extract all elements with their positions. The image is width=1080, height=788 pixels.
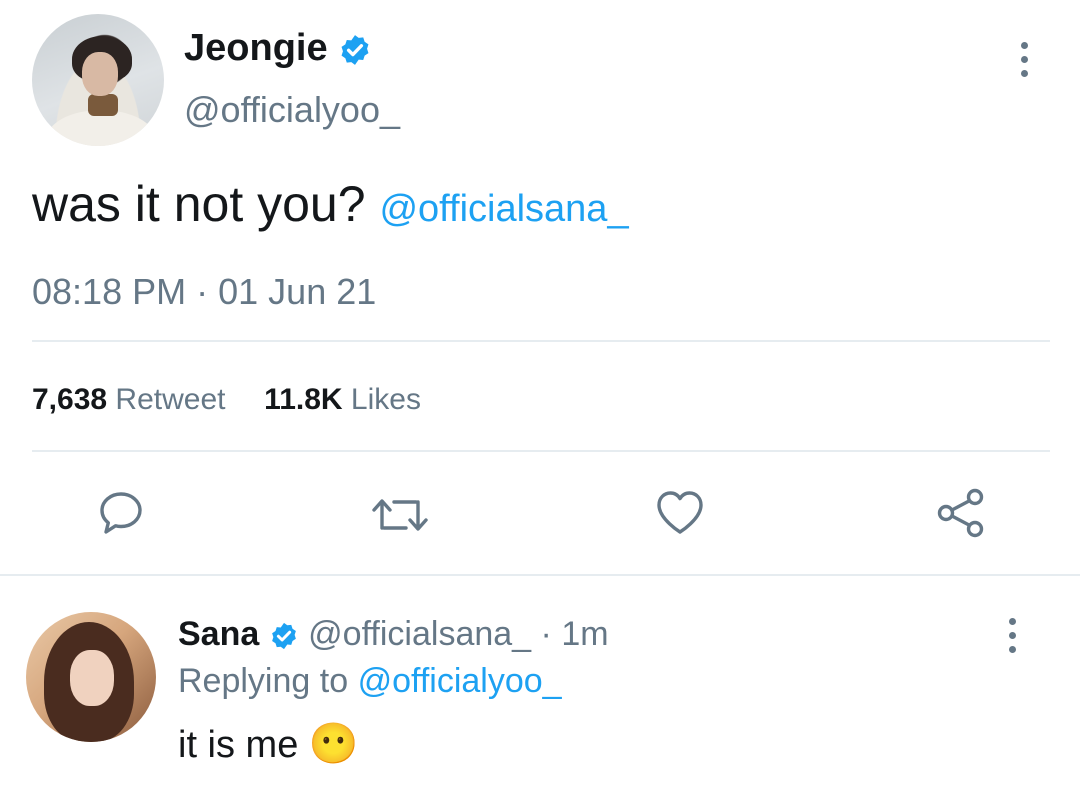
tweet-time: 08:18 PM — [32, 271, 187, 312]
emoji-icon: 😶 — [308, 722, 359, 766]
section-divider — [0, 574, 1080, 576]
tweet-mention-link[interactable]: @officialsana_ — [379, 188, 628, 230]
author-handle[interactable]: @officialyoo_ — [184, 88, 400, 132]
divider — [32, 340, 1050, 342]
tweet-stats: 7,638 Retweet 11.8K Likes — [32, 380, 421, 420]
share-icon[interactable] — [934, 486, 988, 540]
retweets-count: 7,638 — [32, 383, 108, 416]
likes-stat[interactable]: 11.8K Likes — [264, 383, 421, 416]
like-icon[interactable] — [654, 488, 706, 538]
retweets-stat[interactable]: 7,638 Retweet — [32, 383, 234, 416]
reply-separator: · — [540, 615, 552, 653]
reply-header: Sana @officialsana_ · 1m — [178, 612, 609, 656]
retweets-label: Retweet — [115, 383, 226, 416]
verified-badge-icon — [269, 621, 299, 651]
divider — [32, 450, 1050, 452]
reply-age: 1m — [561, 615, 609, 653]
reply-author-avatar[interactable] — [26, 612, 156, 742]
author-name-row[interactable]: Jeongie — [184, 26, 372, 70]
tweet-date: 01 Jun 21 — [218, 271, 377, 312]
reply-body: it is me — [178, 724, 299, 766]
reply-text: it is me 😶 — [178, 720, 359, 769]
author-avatar[interactable] — [32, 14, 164, 146]
retweet-icon[interactable] — [370, 492, 430, 538]
tweet-body: was it not you? — [32, 176, 366, 232]
timestamp-separator: · — [196, 271, 209, 312]
reply-icon[interactable] — [96, 488, 146, 538]
tweet-timestamp: 08:18 PM · 01 Jun 21 — [32, 270, 376, 314]
more-options-icon[interactable] — [1016, 42, 1032, 77]
tweet-text: was it not you? @officialsana_ — [32, 174, 629, 239]
reply-author-name[interactable]: Sana — [178, 615, 259, 653]
replying-to-link[interactable]: @officialyoo_ — [358, 662, 562, 700]
replying-to: Replying to @officialyoo_ — [178, 659, 562, 703]
likes-label: Likes — [350, 383, 421, 416]
verified-badge-icon — [338, 33, 372, 67]
likes-count: 11.8K — [264, 383, 343, 416]
reply-author-handle[interactable]: @officialsana_ — [308, 615, 531, 653]
author-name[interactable]: Jeongie — [184, 27, 328, 69]
reply-more-options-icon[interactable] — [1004, 618, 1020, 653]
replying-to-label: Replying to — [178, 662, 349, 700]
